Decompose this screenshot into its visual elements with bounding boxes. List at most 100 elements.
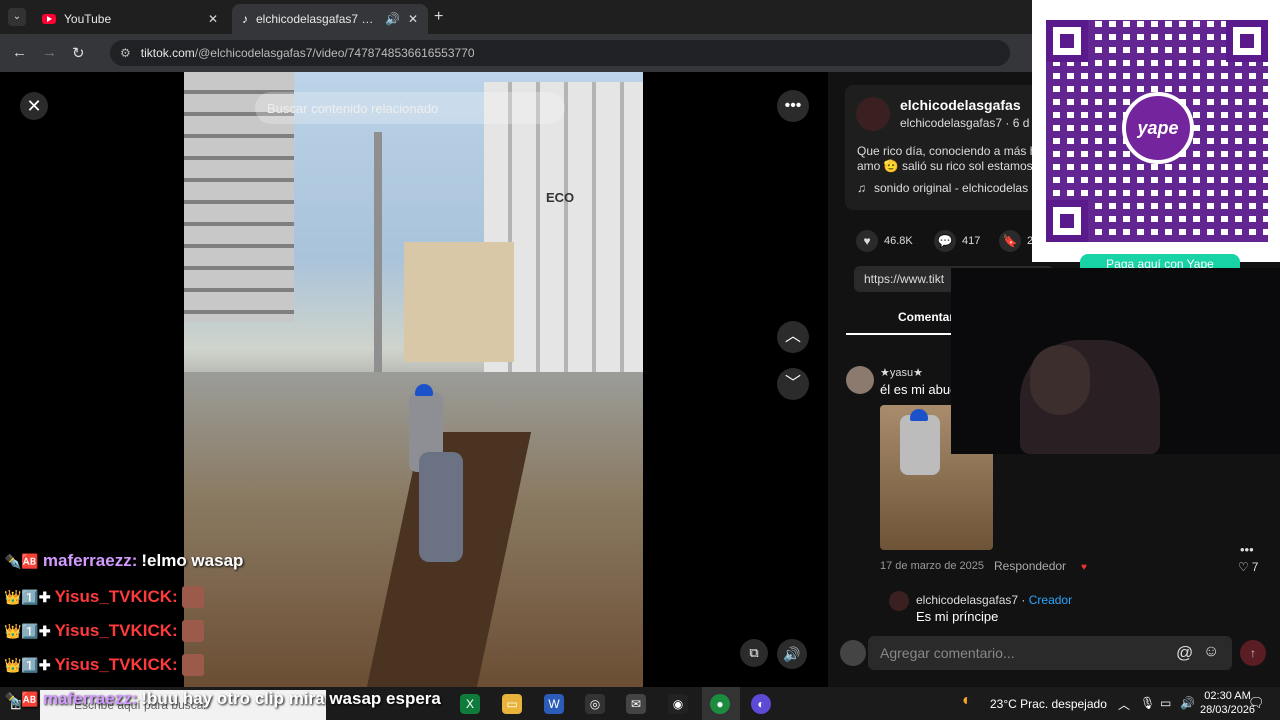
speaker-icon[interactable]: 🔊 [385,12,400,26]
chat-username: Yisus_TVKICK: [54,587,178,606]
qr-finder-pattern [1046,200,1088,242]
yape-logo: yape [1122,92,1194,164]
tray-chevron-up-icon[interactable]: ︿ [1118,696,1130,713]
tab-search-chevron-icon[interactable]: ⌄ [8,8,26,26]
tab-youtube[interactable]: YouTube ✕ [32,4,228,34]
notifications-icon[interactable]: 🗨 [1248,695,1265,711]
discord-icon[interactable]: ◐ [751,694,771,714]
back-icon[interactable]: ← [12,44,27,61]
file-explorer-icon[interactable]: ▭ [502,694,522,714]
thumb-worker-hat [910,409,928,421]
like-button[interactable]: ♥ 46.8K [856,230,913,252]
obs-icon[interactable]: ◉ [668,694,688,714]
comment-button[interactable]: 💬 417 [934,230,980,252]
reply-author[interactable]: elchicodelasgafas7 · Creador [916,593,1072,607]
comment-input-placeholder: Agregar comentario... [880,645,1015,661]
chat-badges: 👑1️⃣✚ [4,588,51,605]
reply-text: Es mi príncipe [916,609,999,624]
chat-text: !elmo wasap [141,551,244,570]
reload-icon[interactable]: ↻ [72,44,85,62]
app-icon[interactable]: ◎ [585,694,605,714]
volume-icon[interactable]: 🔊 [777,639,807,669]
video-building-mid [404,242,514,362]
clock[interactable]: 02:30 AM 28/03/2026 [1200,689,1255,717]
clock-date: 28/03/2026 [1200,704,1256,716]
save-button[interactable]: 🔖 2 [999,230,1033,252]
forward-icon[interactable]: → [42,44,57,61]
sound-name: sonido original - elchicodelas [874,181,1029,195]
url-field[interactable]: ⚙ tiktok.com/@elchicodelasgafas7/video/7… [110,40,1010,66]
video-pole [374,132,382,372]
author-display-name[interactable]: elchicodelasgafas [900,97,1021,113]
comment-like-count: 7 [1251,560,1259,574]
reply-button[interactable]: Respondedor [994,559,1066,573]
chat-emote [181,620,204,642]
comment-date: 17 de marzo de 2025 [880,560,984,572]
close-tab-icon[interactable]: ✕ [208,12,218,26]
chrome-icon[interactable]: ● [710,694,730,714]
chat-username: Yisus_TVKICK: [54,621,178,640]
post-caption-line: Que rico día, conociendo a más h [857,144,1037,158]
tab-tiktok[interactable]: ♪ elchicodelasgafas7 (@elchi 🔊 ✕ [232,4,428,34]
chat-badges: 👑1️⃣✚ [4,656,51,673]
author-avatar[interactable] [856,97,890,131]
chat-message: 👑1️⃣✚ Yisus_TVKICK: [4,586,204,608]
sound-link[interactable]: ♫ sonido original - elchicodelas [857,181,1028,195]
word-icon[interactable]: W [544,694,564,714]
comment-like-button[interactable]: ♡ 7 [1238,560,1258,574]
like-count: 46.8K [884,235,913,247]
chat-emote [181,586,204,608]
excel-icon[interactable]: X [460,694,480,714]
mention-icon[interactable]: @ [1176,643,1193,663]
chat-message: ✒️🆎 maferraezz: !elmo wasap [4,551,243,571]
chat-username: maferraezz: [42,689,138,708]
mail-icon[interactable]: ✉ [626,694,646,714]
commenter-name[interactable]: ★yasu★ [880,366,923,379]
volume-tray-icon[interactable]: 🔊 [1180,696,1195,710]
close-tab-icon[interactable]: ✕ [408,12,418,26]
new-tab-button[interactable]: + [434,8,443,26]
next-video-chevron-down-icon[interactable]: ﹀ [777,368,809,400]
youtube-icon [42,14,56,24]
previous-video-chevron-up-icon[interactable]: ︿ [777,321,809,353]
related-search-placeholder: Buscar contenido relacionado [267,100,439,116]
comment-count: 417 [962,235,981,247]
site-info-icon[interactable]: ⚙ [120,46,131,60]
related-search-input[interactable]: Buscar contenido relacionado ⌕ [255,92,565,124]
chat-emote [181,654,204,676]
weather-text[interactable]: 23°C Prac. despejado [990,697,1107,711]
bookmark-icon: 🔖 [999,230,1021,252]
my-avatar [840,640,866,666]
thumb-worker [900,409,940,475]
search-icon[interactable]: ⌕ [546,100,553,116]
video-sign: ECO [546,190,575,205]
reply-author-name: elchicodelasgafas7 [916,593,1019,607]
close-video-button[interactable]: ✕ [20,92,48,120]
url-path: /@elchicodelasgafas7/video/7478748536616… [194,46,475,60]
reply-author-sep: · [1018,593,1029,607]
chat-message: ✒️🆎 maferraezz: !buu hay otro clip mira … [4,689,441,709]
chat-username: Yisus_TVKICK: [54,655,178,674]
streamer-head [1030,345,1090,415]
more-options-icon[interactable]: ••• [777,90,809,122]
chat-badges: 👑1️⃣✚ [4,622,51,639]
creator-avatar[interactable] [889,591,909,611]
active-tab-indicator [846,333,966,335]
send-comment-button[interactable]: ↑ [1240,640,1266,666]
floating-player-icon[interactable]: ⧉ [740,639,768,667]
chat-message: 👑1️⃣✚ Yisus_TVKICK: [4,654,204,676]
weather-icon: ◐ [962,692,972,709]
video-player[interactable]: ECO [184,72,643,687]
heart-outline-icon: ♡ [1238,560,1249,574]
tab-comments[interactable]: Comentar [898,310,954,324]
creator-liked-icon: ♥ [1081,562,1087,573]
author-handle[interactable]: elchicodelasgafas7 · 6 d [900,116,1029,130]
network-icon[interactable]: ▭ [1160,696,1171,710]
emoji-icon[interactable]: ☺ [1203,643,1219,661]
microphone-icon[interactable]: 🎙 [1140,696,1155,710]
music-note-icon: ♫ [857,181,866,195]
commenter-avatar[interactable] [846,366,874,394]
comment-more-icon[interactable]: ••• [1240,542,1254,557]
comment-text: él es mi abue [880,382,958,397]
url-host: tiktok.com [140,46,195,60]
